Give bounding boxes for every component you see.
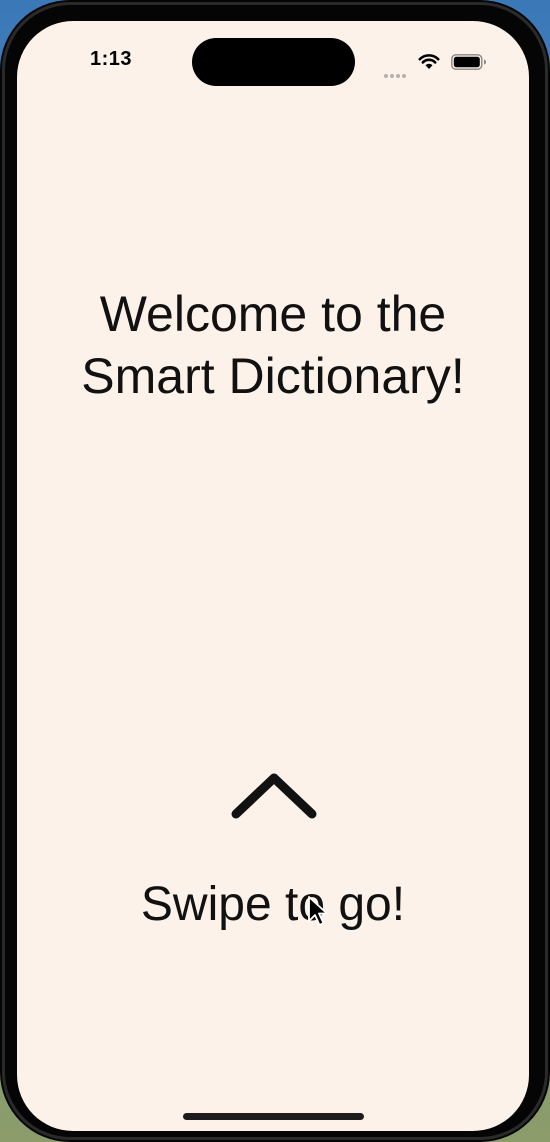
chevron-up-icon[interactable]	[229, 769, 319, 821]
mouse-cursor-icon	[308, 896, 328, 926]
wifi-icon	[418, 54, 440, 69]
welcome-title-line-2: Smart Dictionary!	[81, 348, 465, 404]
home-indicator[interactable]	[183, 1113, 364, 1120]
battery-icon	[451, 54, 486, 70]
swipe-label[interactable]: Swipe to go!	[17, 877, 529, 932]
dynamic-island	[192, 38, 355, 86]
welcome-title-line-1: Welcome to the	[99, 286, 447, 342]
status-time: 1:13	[90, 48, 133, 70]
app-screen: 1:13 Welcome to the Smart Dictionary! Sw…	[17, 21, 529, 1131]
phone-frame: 1:13 Welcome to the Smart Dictionary! Sw…	[0, 0, 550, 1142]
welcome-title: Welcome to the Smart Dictionary!	[17, 283, 529, 407]
status-bar: 1:13	[17, 21, 529, 101]
cellular-dots-icon	[384, 65, 410, 78]
